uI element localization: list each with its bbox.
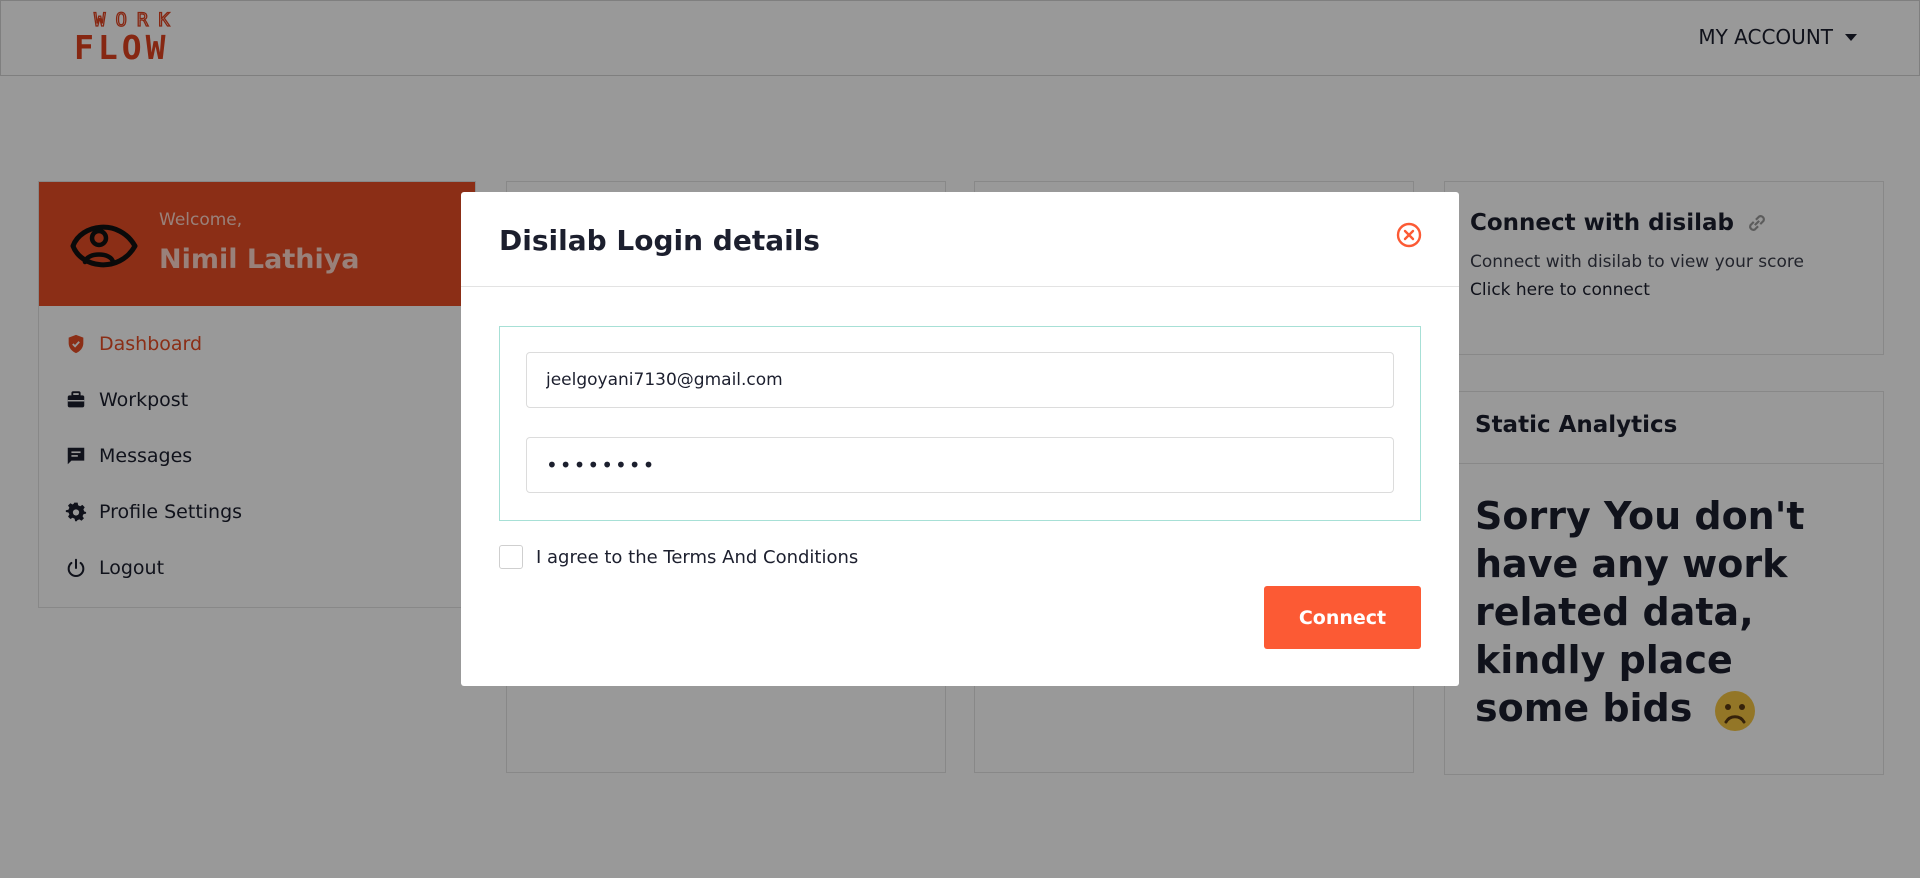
disilab-login-modal: Disilab Login details I agree to the Ter… — [461, 192, 1459, 686]
modal-title: Disilab Login details — [499, 224, 820, 257]
password-field[interactable] — [526, 437, 1394, 493]
credentials-box — [499, 326, 1421, 521]
connect-button[interactable]: Connect — [1264, 586, 1421, 649]
close-icon[interactable] — [1396, 222, 1422, 252]
terms-label: I agree to the Terms And Conditions — [536, 546, 859, 568]
terms-checkbox[interactable] — [499, 545, 523, 569]
modal-divider — [461, 286, 1459, 287]
email-field[interactable] — [526, 352, 1394, 408]
terms-agreement: I agree to the Terms And Conditions — [499, 545, 858, 569]
